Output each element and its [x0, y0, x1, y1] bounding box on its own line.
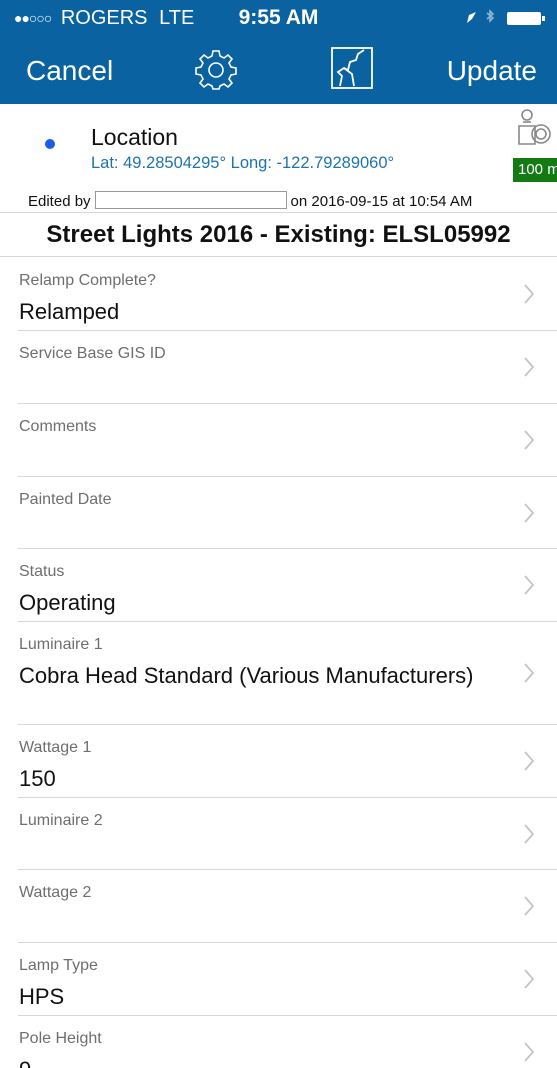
field-pole-height[interactable]: Pole Height 9 — [0, 1016, 557, 1068]
update-button[interactable]: Update — [447, 55, 537, 87]
chevron-right-icon — [524, 357, 535, 377]
camera-icon[interactable] — [515, 108, 557, 148]
gear-icon[interactable] — [195, 48, 237, 90]
edited-suffix: on 2016-09-15 at 10:54 AM — [290, 193, 473, 210]
field-label: Comments — [19, 418, 97, 435]
cancel-button[interactable]: Cancel — [26, 55, 113, 87]
location-title: Location — [91, 124, 178, 150]
field-label: Wattage 2 — [19, 884, 92, 901]
field-label: Status — [19, 563, 65, 580]
field-wattage-2[interactable]: Wattage 2 — [0, 870, 557, 943]
field-luminaire-1[interactable]: Luminaire 1 Cobra Head Standard (Various… — [0, 622, 557, 725]
field-label: Pole Height — [19, 1030, 102, 1047]
location-coordinates: Lat: 49.28504295° Long: -122.79289060° — [91, 154, 395, 172]
field-label: Wattage 1 — [19, 739, 92, 756]
field-comments[interactable]: Comments — [0, 404, 557, 477]
chevron-right-icon — [524, 751, 535, 771]
field-service-base-gis-id[interactable]: Service Base GIS ID — [0, 331, 557, 404]
editor-name-box — [94, 191, 287, 209]
chevron-right-icon — [524, 663, 535, 683]
field-label: Luminaire 1 — [19, 636, 103, 653]
field-value: Cobra Head Standard (Various Manufacture… — [19, 663, 474, 688]
field-label: Lamp Type — [19, 957, 98, 974]
location-dot-icon — [45, 139, 55, 149]
chevron-right-icon — [524, 575, 535, 595]
status-icons — [467, 9, 545, 25]
field-value: Relamped — [19, 299, 120, 324]
chevron-right-icon — [524, 824, 535, 844]
chevron-right-icon — [524, 503, 535, 523]
chevron-right-icon — [524, 896, 535, 916]
field-wattage-1[interactable]: Wattage 1 150 — [0, 725, 557, 798]
layer-title: Street Lights 2016 - Existing: ELSL05992 — [0, 212, 557, 257]
navigation-bar: Cancel Update — [0, 36, 557, 104]
edited-prefix: Edited by — [28, 193, 91, 210]
location-section[interactable]: Location Lat: 49.28504295° Long: -122.79… — [0, 104, 557, 212]
edited-info: Edited by on 2016-09-15 at 10:54 AM — [28, 191, 472, 210]
status-bar: ●●○○○ ROGERS LTE 9:55 AM — [0, 0, 557, 36]
field-status[interactable]: Status Operating — [0, 549, 557, 622]
field-label: Luminaire 2 — [19, 812, 103, 829]
chevron-right-icon — [524, 1042, 535, 1062]
field-label: Painted Date — [19, 491, 112, 508]
battery-icon — [507, 12, 545, 25]
field-relamp-complete[interactable]: Relamp Complete? Relamped — [0, 258, 557, 331]
field-value: HPS — [19, 984, 65, 1009]
field-value: Operating — [19, 590, 116, 615]
chevron-right-icon — [524, 430, 535, 450]
map-icon[interactable] — [330, 46, 374, 90]
chevron-right-icon — [524, 969, 535, 989]
field-value: 150 — [19, 766, 56, 791]
location-arrow-icon — [467, 12, 476, 23]
field-painted-date[interactable]: Painted Date — [0, 477, 557, 549]
chevron-right-icon — [524, 284, 535, 304]
field-luminaire-2[interactable]: Luminaire 2 — [0, 798, 557, 870]
field-lamp-type[interactable]: Lamp Type HPS — [0, 943, 557, 1016]
bluetooth-icon — [486, 9, 495, 23]
field-label: Service Base GIS ID — [19, 345, 166, 362]
field-label: Relamp Complete? — [19, 272, 156, 289]
field-value: 9 — [19, 1054, 499, 1068]
accuracy-badge: 100 m — [513, 158, 557, 182]
